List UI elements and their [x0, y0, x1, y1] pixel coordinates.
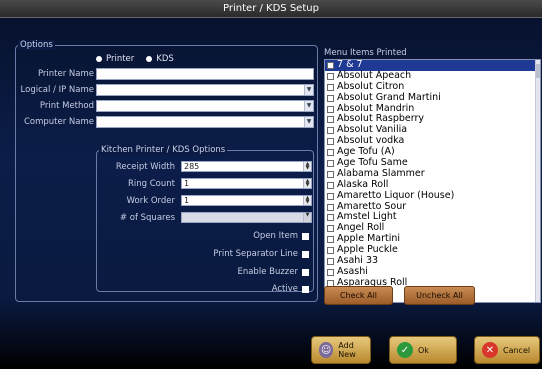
checkbox-icon[interactable]: [327, 257, 334, 265]
close-icon: ✕: [482, 342, 498, 358]
menu-items-title: Menu Items Printed: [324, 48, 407, 58]
receipt-width-value: 285: [184, 162, 200, 171]
checkbox-icon[interactable]: [327, 159, 334, 167]
print-method-select[interactable]: ▼: [96, 100, 314, 112]
list-item-label: Amaretto Liquor (House): [337, 189, 455, 201]
chevron-down-icon[interactable]: ▼: [304, 85, 313, 95]
receipt-width-label: Receipt Width: [115, 162, 175, 172]
ok-button[interactable]: ✓ Ok: [389, 336, 457, 364]
checkbox-icon[interactable]: [327, 105, 334, 113]
ok-label: Ok: [418, 345, 429, 355]
squares-label: # of Squares: [119, 213, 175, 223]
cancel-label: Cancel: [503, 345, 531, 355]
device-type-radio-group: Printer KDS: [96, 54, 174, 64]
window-title: Printer / KDS Setup: [0, 0, 542, 18]
kds-radio-label: KDS: [156, 54, 174, 64]
radio-dot-icon: [96, 56, 102, 62]
menu-scrollbar[interactable]: [535, 60, 540, 302]
open-item-label: Open Item: [253, 231, 298, 241]
uncheck-all-button[interactable]: Uncheck All: [404, 286, 475, 305]
spinner-arrows-icon[interactable]: ▲ ▼: [303, 179, 311, 188]
open-item-checkbox[interactable]: Open Item: [253, 231, 309, 241]
print-method-label: Print Method: [39, 101, 94, 111]
work-order-stepper[interactable]: 1 ▲ ▼: [181, 195, 312, 206]
checkbox-icon[interactable]: [327, 203, 334, 211]
print-separator-checkbox[interactable]: Print Separator Line: [213, 249, 309, 259]
checkbox-icon[interactable]: [327, 181, 334, 189]
work-order-value: 1: [184, 196, 190, 205]
checkbox-icon[interactable]: [327, 170, 334, 178]
logical-ip-label: Logical / IP Name: [20, 85, 94, 95]
options-group: Options Printer KDS Printer Name Logical…: [15, 40, 318, 302]
receipt-width-stepper[interactable]: 285 ▲ ▼: [181, 161, 312, 172]
check-all-button[interactable]: Check All: [324, 286, 393, 305]
printer-name-label: Printer Name: [37, 69, 94, 79]
main-panel: Options Printer KDS Printer Name Logical…: [0, 18, 542, 369]
user-add-icon: ☺: [319, 342, 334, 358]
enable-buzzer-checkbox[interactable]: Enable Buzzer: [237, 267, 309, 277]
printer-name-input[interactable]: [96, 68, 314, 80]
checkbox-icon[interactable]: [327, 83, 334, 91]
menu-items-container: 7 & 7 Absolut Apeach Absolut Citron Absolut…: [325, 60, 540, 289]
checkbox-icon[interactable]: [327, 247, 334, 255]
active-checkbox[interactable]: Active: [272, 284, 309, 294]
checkbox-icon: [302, 268, 309, 276]
checkbox-icon[interactable]: [327, 94, 334, 102]
checkbox-icon[interactable]: [327, 236, 334, 244]
kitchen-options-legend: Kitchen Printer / KDS Options: [99, 145, 228, 155]
active-label: Active: [271, 284, 298, 294]
checkbox-icon[interactable]: [327, 138, 334, 146]
checkbox-icon[interactable]: [327, 214, 334, 222]
checkmark-icon: ✓: [397, 342, 413, 358]
work-order-label: Work Order: [126, 196, 175, 206]
checkbox-icon[interactable]: [327, 192, 334, 200]
ring-count-label: Ring Count: [128, 179, 175, 189]
checkbox-icon[interactable]: [327, 149, 334, 157]
kds-radio[interactable]: KDS: [146, 54, 174, 64]
printer-radio-label: Printer: [106, 54, 135, 64]
checkbox-icon: [302, 285, 309, 293]
printer-radio[interactable]: Printer: [96, 54, 134, 64]
chevron-down-icon[interactable]: ▼: [304, 101, 313, 111]
cancel-button[interactable]: ✕ Cancel: [474, 336, 540, 364]
checkbox-icon: [302, 250, 309, 258]
kitchen-options-group: Kitchen Printer / KDS Options Receipt Wi…: [96, 145, 314, 294]
checkbox-icon[interactable]: [327, 268, 334, 276]
spinner-arrows-icon[interactable]: ▲ ▼: [303, 196, 311, 205]
logical-ip-select[interactable]: ▼: [96, 84, 314, 96]
checkbox-icon[interactable]: [327, 225, 334, 233]
chevron-down-icon: ▼: [303, 213, 311, 222]
computer-name-select[interactable]: ▼: [96, 116, 314, 128]
radio-dot-icon: [146, 56, 153, 62]
checkbox-icon[interactable]: [327, 127, 334, 135]
spinner-arrows-icon[interactable]: ▲ ▼: [303, 162, 311, 171]
list-item-label: Absolut Grand Martini: [337, 91, 441, 103]
print-separator-label: Print Separator Line: [213, 249, 298, 259]
checkbox-icon[interactable]: [327, 72, 334, 80]
scroll-thumb[interactable]: [536, 64, 540, 78]
list-item[interactable]: Amaretto Liquor (House): [325, 189, 540, 202]
checkbox-icon: [302, 232, 309, 240]
chevron-down-icon[interactable]: ▼: [304, 117, 313, 127]
checkbox-icon[interactable]: [327, 116, 334, 124]
list-item[interactable]: Absolut Grand Martini: [325, 91, 540, 104]
menu-items-list[interactable]: 7 & 7 Absolut Apeach Absolut Citron Absolut…: [324, 59, 541, 303]
options-legend: Options: [18, 40, 55, 50]
checkbox-icon[interactable]: [327, 61, 334, 69]
computer-name-label: Computer Name: [23, 117, 94, 127]
add-new-label: Add New: [338, 341, 356, 359]
add-new-button[interactable]: ☺ Add New: [311, 336, 371, 364]
enable-buzzer-label: Enable Buzzer: [237, 267, 298, 277]
squares-select[interactable]: ▼: [181, 212, 312, 223]
ring-count-value: 1: [184, 179, 190, 188]
ring-count-stepper[interactable]: 1 ▲ ▼: [181, 178, 312, 189]
